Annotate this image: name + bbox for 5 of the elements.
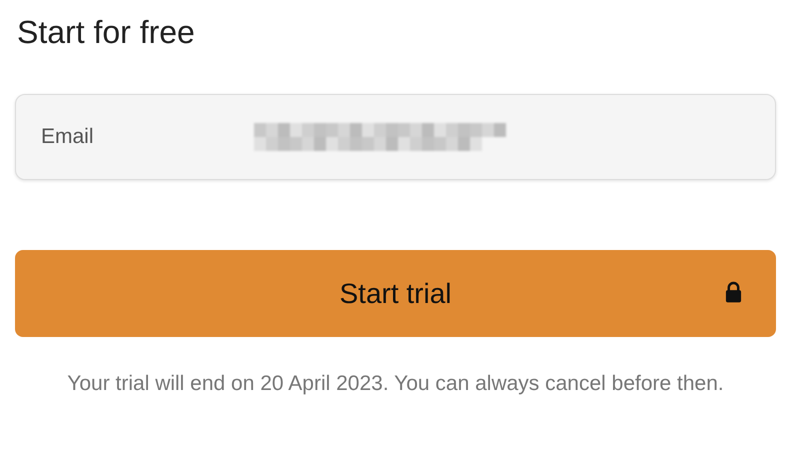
field-label: Email xyxy=(41,125,95,149)
email-field[interactable]: Email xyxy=(15,94,776,180)
trial-note: Your trial will end on 20 April 2023. You can always cancel before then. xyxy=(66,371,725,397)
page-title: Start for free xyxy=(17,13,196,52)
start-trial-button[interactable]: Start trial xyxy=(15,250,776,337)
